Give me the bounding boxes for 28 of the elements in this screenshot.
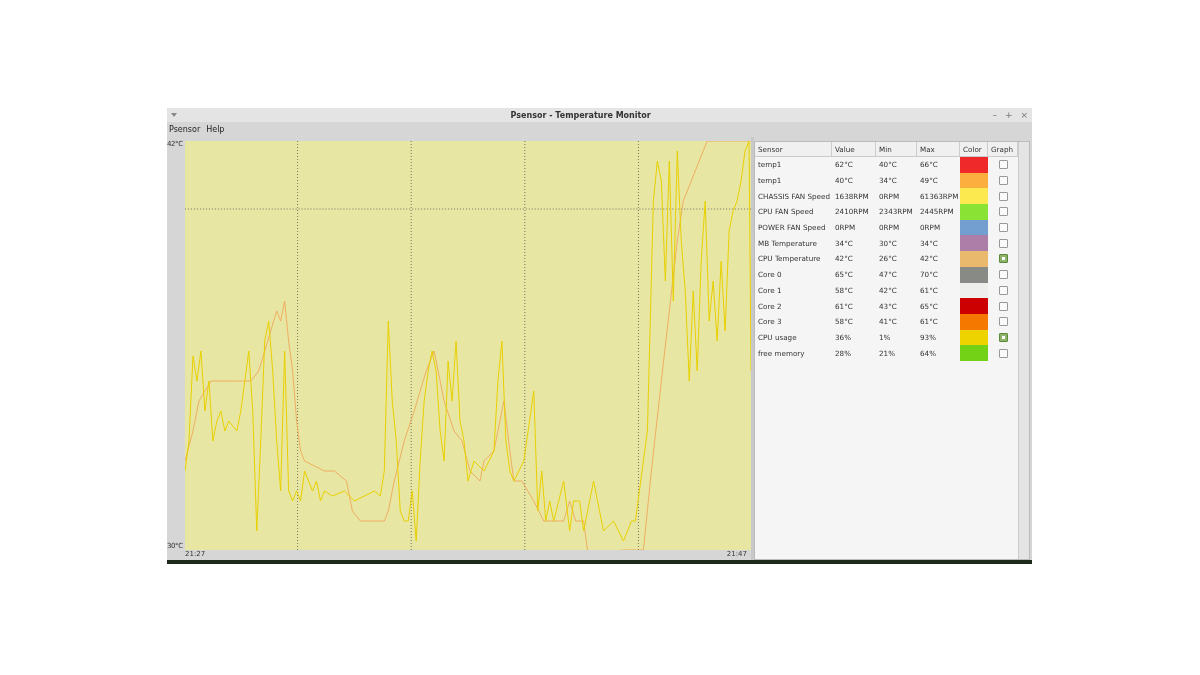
graph-checkbox[interactable] [998,317,1008,327]
window-control[interactable]: + [1004,110,1013,120]
window-title: Psensor - Temperature Monitor [509,110,652,120]
graph-checkbox[interactable] [998,207,1008,217]
menu-item[interactable]: Help [206,125,225,134]
scrollbar[interactable] [1018,142,1029,559]
graph-checkbox[interactable] [998,348,1008,358]
color-swatch[interactable] [960,188,988,205]
color-swatch[interactable] [960,251,988,267]
graph-checkbox[interactable] [998,238,1008,248]
color-swatch[interactable] [960,345,988,361]
graph-checkbox[interactable] [998,191,1008,201]
color-swatch[interactable] [960,157,988,173]
graph-checkbox[interactable] [998,160,1008,170]
color-swatch[interactable] [960,204,988,220]
menu-item[interactable]: Psensor [169,125,201,134]
window-menu-icon[interactable] [171,113,177,117]
color-swatch[interactable] [960,235,988,252]
graph-checkbox[interactable] [998,176,1008,186]
window-control[interactable]: × [1020,110,1028,120]
window-control[interactable]: – [992,110,997,120]
color-swatch[interactable] [960,298,988,314]
graph-checkbox[interactable] [998,223,1008,233]
graph-checkbox[interactable] [998,332,1008,342]
graph-checkbox[interactable] [998,254,1008,264]
graph-checkbox[interactable] [998,301,1008,311]
graph-checkbox[interactable] [998,285,1008,295]
graph-checkbox[interactable] [998,270,1008,280]
